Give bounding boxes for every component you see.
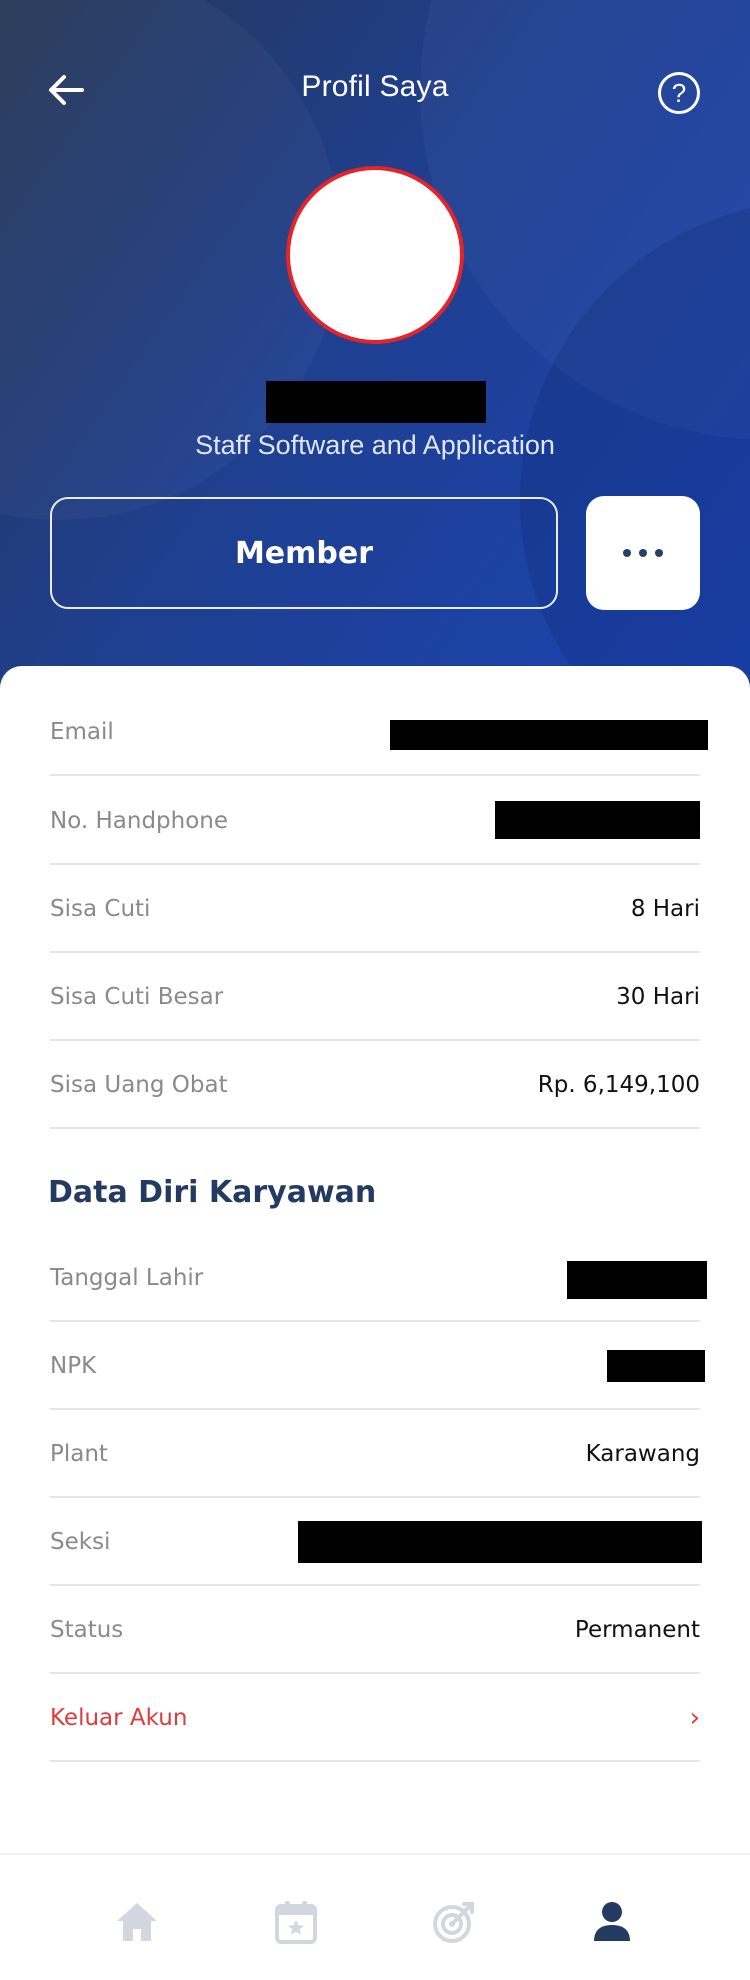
more-options-button[interactable] — [586, 496, 700, 610]
job-title: Staff Software and Application — [195, 430, 555, 460]
info-row-npk: NPK — [50, 1322, 705, 1410]
row-label: Email — [50, 719, 114, 745]
email-value-redacted — [390, 720, 708, 750]
row-value: Rp. 6,149,100 — [537, 1072, 700, 1098]
row-label: Status — [50, 1617, 124, 1643]
info-row-plant: Plant Karawang — [50, 1410, 700, 1498]
row-label: Sisa Cuti — [50, 896, 151, 922]
row-value: 30 Hari — [616, 984, 700, 1010]
calendar-star-icon — [275, 1901, 317, 1944]
npk-value-redacted — [607, 1350, 705, 1382]
row-label: No. Handphone — [50, 808, 229, 834]
row-label: Tanggal Lahir — [50, 1265, 204, 1291]
info-row-medical-allowance: Sisa Uang Obat Rp. 6,149,100 — [50, 1041, 700, 1129]
page-title: Profil Saya — [301, 70, 449, 103]
home-icon — [117, 1903, 157, 1941]
logout-label: Keluar Akun — [50, 1705, 188, 1731]
row-label: NPK — [50, 1353, 97, 1379]
logout-button[interactable]: Keluar Akun › — [50, 1674, 700, 1762]
nav-home[interactable] — [112, 1897, 162, 1947]
help-button[interactable]: ? — [658, 72, 700, 114]
info-row-long-leave: Sisa Cuti Besar 30 Hari — [50, 953, 700, 1041]
profile-header: Profil Saya ? Staff Software and Applica… — [0, 0, 750, 700]
row-value: Permanent — [574, 1617, 700, 1643]
info-row-phone: No. Handphone — [50, 777, 700, 865]
bottom-navigation — [0, 1853, 750, 1980]
row-label: Sisa Cuti Besar — [50, 984, 224, 1010]
member-button[interactable]: Member — [50, 497, 558, 609]
nav-target[interactable] — [429, 1897, 479, 1947]
section-title-employee-data: Data Diri Karyawan — [48, 1175, 377, 1210]
user-icon — [594, 1902, 630, 1941]
info-row-status: Status Permanent — [50, 1586, 700, 1674]
birth-date-value-redacted — [567, 1261, 707, 1299]
help-circle-icon: ? — [671, 77, 687, 108]
row-label: Plant — [50, 1441, 108, 1467]
more-horizontal-icon — [619, 549, 667, 557]
info-row-email: Email — [50, 688, 708, 776]
target-icon — [433, 1902, 474, 1943]
info-row-leave: Sisa Cuti 8 Hari — [50, 865, 700, 953]
row-label: Seksi — [50, 1529, 111, 1555]
user-name-redacted — [266, 381, 486, 423]
nav-profile[interactable] — [587, 1897, 637, 1947]
section-value-redacted — [298, 1521, 702, 1563]
row-value: 8 Hari — [630, 896, 700, 922]
row-label: Sisa Uang Obat — [50, 1072, 228, 1098]
avatar[interactable] — [286, 166, 464, 344]
chevron-right-icon: › — [689, 1703, 700, 1733]
info-row-birth-date: Tanggal Lahir — [50, 1234, 707, 1322]
info-row-section: Seksi — [50, 1498, 702, 1586]
nav-calendar[interactable] — [271, 1897, 321, 1947]
row-value: Karawang — [585, 1441, 700, 1467]
phone-value-redacted — [495, 801, 700, 839]
